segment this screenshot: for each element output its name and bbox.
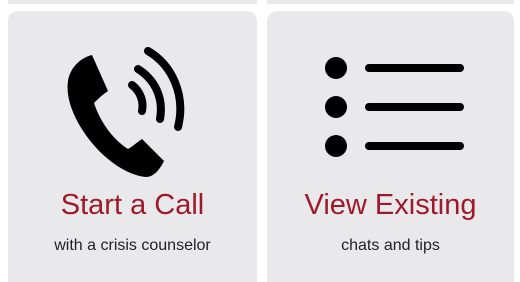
previous-tile-edge-right xyxy=(267,0,514,4)
view-existing-title: View Existing xyxy=(304,189,477,221)
view-existing-subtitle: chats and tips xyxy=(341,237,440,254)
start-call-title: Start a Call xyxy=(60,189,205,221)
start-call-subtitle: with a crisis counselor xyxy=(54,237,211,254)
start-call-tile[interactable]: Start a Call with a crisis counselor xyxy=(8,11,257,282)
action-tiles-grid: Start a Call with a crisis counselor Vie… xyxy=(0,0,520,282)
list-icon xyxy=(325,57,464,157)
previous-tile-edge-left xyxy=(8,0,257,4)
view-existing-tile[interactable]: View Existing chats and tips xyxy=(267,11,514,282)
phone-call-icon xyxy=(67,47,185,177)
